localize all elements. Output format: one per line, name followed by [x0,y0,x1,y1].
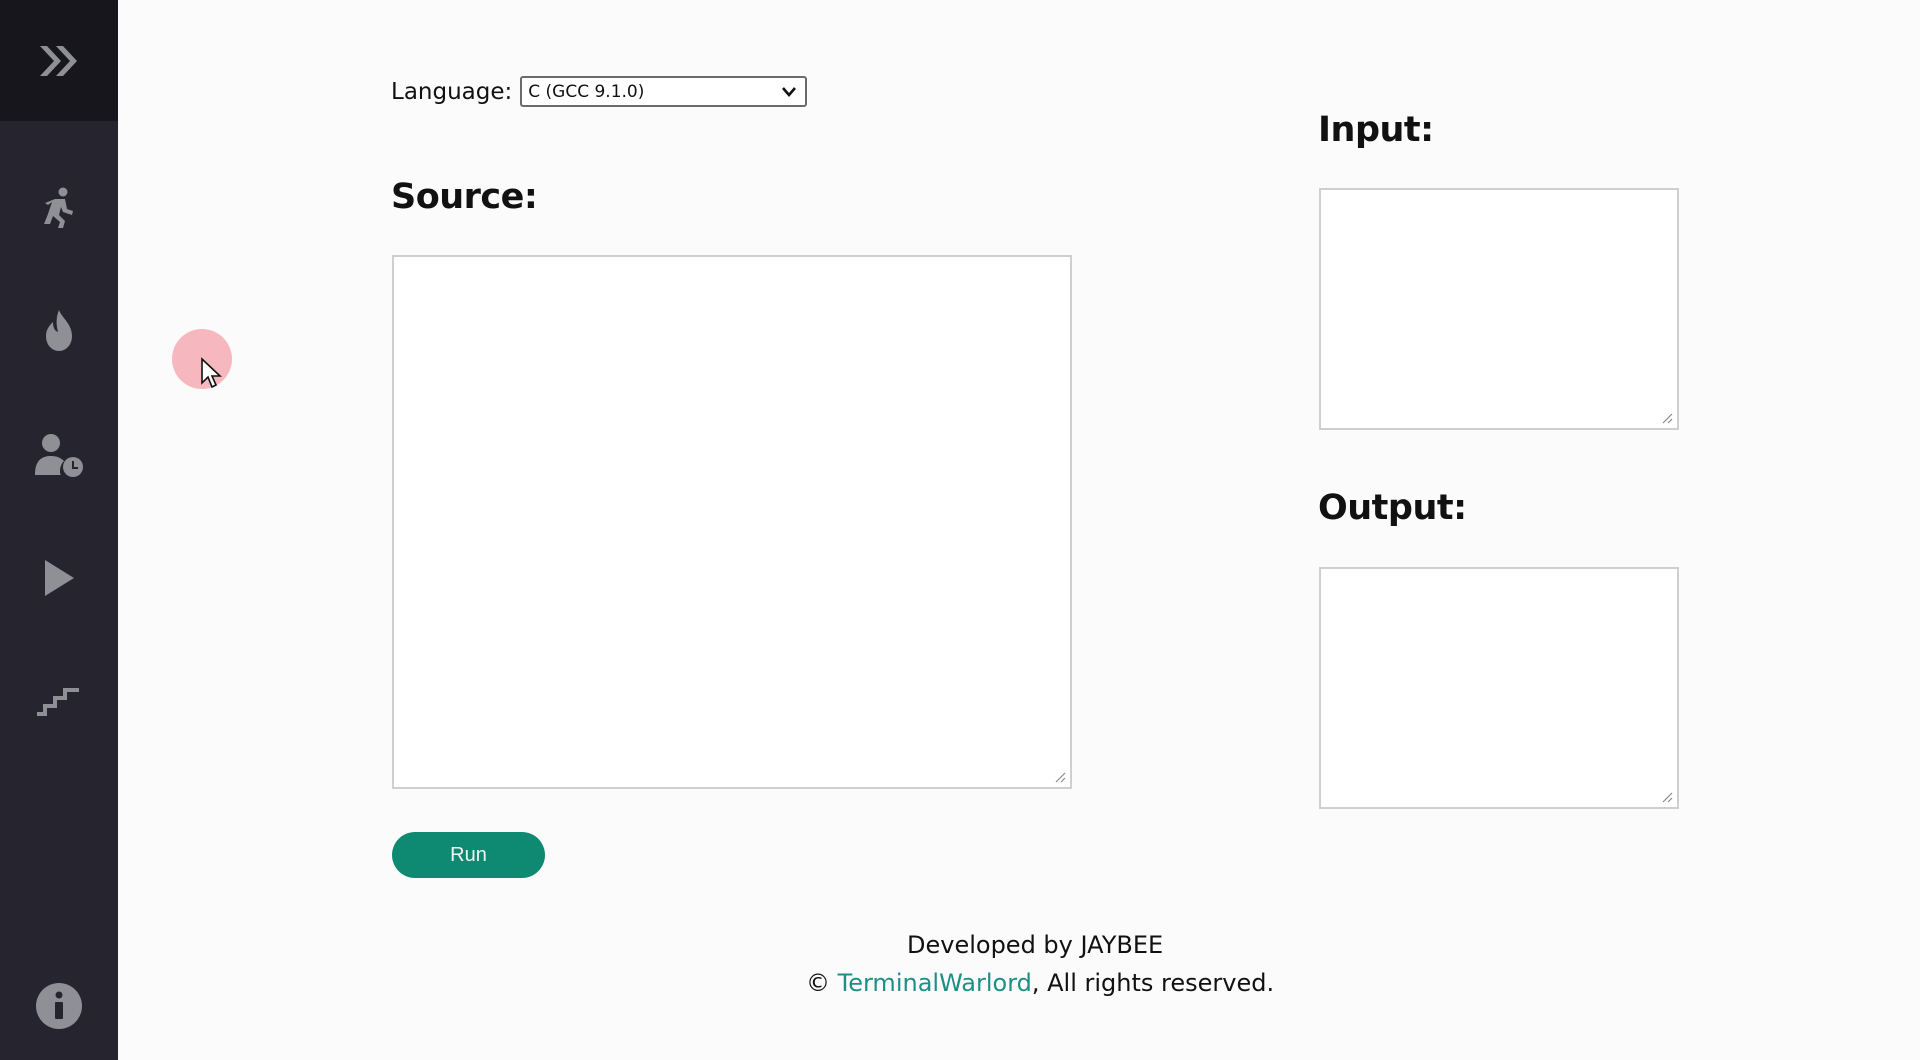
source-textarea[interactable] [392,255,1072,789]
footer-author-link[interactable]: TerminalWarlord [838,969,1032,997]
footer-rights: , All rights reserved. [1031,969,1275,997]
running-person-icon [44,187,73,228]
resize-grip-icon[interactable] [1661,412,1673,424]
language-row: Language: C (GCC 9.1.0) [391,76,808,107]
footer-copyright: © TerminalWarlord, All rights reserved. [806,969,1274,997]
stairs-icon [37,688,79,716]
copyright-symbol: © [806,969,830,997]
resize-grip-icon[interactable] [1054,771,1066,783]
sidebar-toggle[interactable] [0,0,118,121]
sidebar-item-play[interactable] [0,538,118,618]
resize-grip-icon[interactable] [1661,791,1673,803]
flame-icon [46,310,72,351]
output-textarea[interactable] [1319,567,1679,809]
run-button[interactable]: Run [392,832,545,878]
footer-developed-by: Developed by JAYBEE [907,931,1164,959]
play-icon [45,560,74,596]
main-content: Language: C (GCC 9.1.0) Source: Input: O… [118,0,1920,1060]
output-heading: Output: [1318,488,1467,528]
input-heading: Input: [1318,110,1434,150]
input-textarea[interactable] [1319,188,1679,430]
mouse-cursor-icon [201,357,222,389]
sidebar [0,0,118,1060]
language-select[interactable]: C (GCC 9.1.0) [520,76,808,107]
info-icon [36,983,82,1029]
expand-icon [40,45,77,76]
language-label: Language: [391,78,513,105]
sidebar-item-history[interactable] [0,415,118,495]
user-clock-icon [35,434,83,477]
sidebar-item-trending[interactable] [0,290,118,370]
sidebar-item-run[interactable] [0,168,118,248]
language-selected-value: C (GCC 9.1.0) [528,81,645,102]
sidebar-item-levels[interactable] [0,662,118,742]
sidebar-item-info[interactable] [0,966,118,1046]
source-heading: Source: [391,177,538,217]
chevron-down-icon [782,87,797,97]
